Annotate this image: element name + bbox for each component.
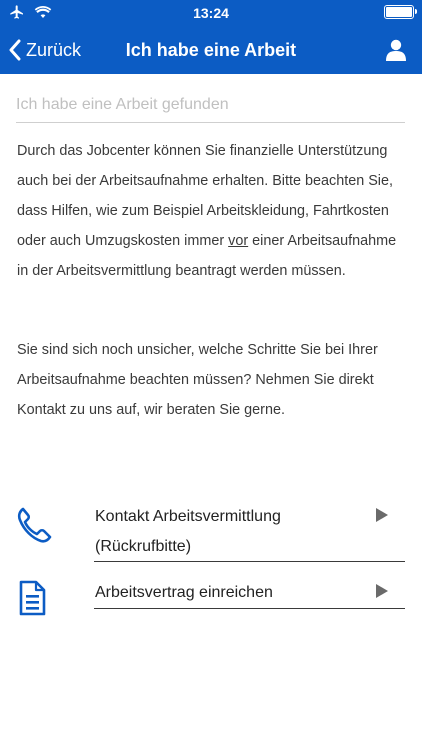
divider	[94, 608, 405, 609]
divider	[94, 561, 405, 562]
play-arrow-icon	[376, 584, 388, 598]
info-paragraph: Durch das Jobcenter können Sie finanziel…	[17, 136, 409, 286]
page-title: Ich habe eine Arbeit	[125, 40, 297, 60]
chevron-left-icon	[9, 39, 21, 61]
info-emphasis: vor	[228, 233, 249, 249]
battery-icon	[384, 5, 417, 19]
search-input[interactable]	[16, 92, 405, 123]
help-paragraph: Sie sind sich noch unsicher, welche Schr…	[17, 342, 378, 418]
contact-placement-label: Kontakt Arbeitsvermittlung (Rückrufbitte…	[95, 508, 281, 555]
submit-contract-button[interactable]: Arbeitsvertrag einreichen	[0, 574, 422, 616]
document-icon	[19, 580, 46, 616]
contact-placement-button[interactable]: Kontakt Arbeitsvermittlung (Rückrufbitte…	[0, 500, 422, 566]
phone-icon	[17, 507, 52, 543]
status-bar: 13:24	[0, 0, 422, 26]
navigation-bar: Zurück Ich habe eine Arbeit	[0, 26, 422, 74]
submit-contract-label: Arbeitsvertrag einreichen	[95, 584, 273, 601]
status-time: 13:24	[193, 5, 229, 21]
user-icon[interactable]	[384, 38, 408, 62]
back-button[interactable]: Zurück	[8, 26, 81, 74]
back-label: Zurück	[26, 39, 82, 60]
play-arrow-icon	[376, 508, 388, 522]
